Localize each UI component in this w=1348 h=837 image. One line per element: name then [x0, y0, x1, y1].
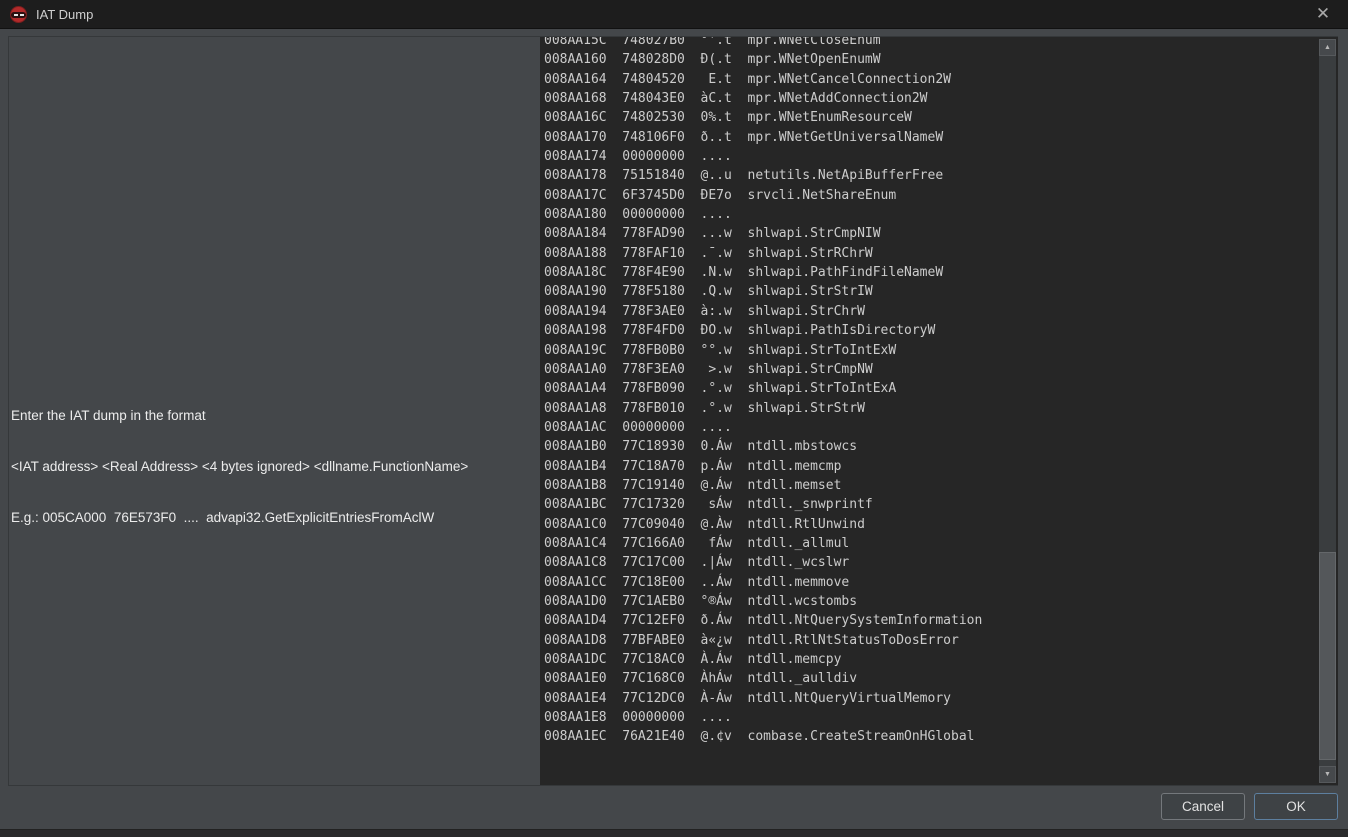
dump-row: 008AA1D0 77C1AEB0 °®Áw ntdll.wcstombs [544, 592, 982, 611]
iat-dump-text: 008AA15C 748027B0 °'.t mpr.WNetCloseEnum… [544, 37, 982, 747]
dump-row: 008AA1C8 77C17C00 .|Áw ntdll._wcslwr [544, 553, 982, 572]
dump-row: 008AA1E4 77C12DC0 À-Áw ntdll.NtQueryVirt… [544, 689, 982, 708]
dump-row: 008AA19C 778FB0B0 °°.w shlwapi.StrToIntE… [544, 341, 982, 360]
dump-row: 008AA1DC 77C18AC0 À.Áw ntdll.memcpy [544, 650, 982, 669]
content-frame: Enter the IAT dump in the format <IAT ad… [8, 36, 1338, 786]
dump-row: 008AA1A4 778FB090 .°.w shlwapi.StrToIntE… [544, 379, 982, 398]
dialog-button-row: Cancel OK [0, 793, 1338, 821]
dump-row: 008AA164 74804520 E.t mpr.WNetCancelConn… [544, 70, 982, 89]
ok-button[interactable]: OK [1254, 793, 1338, 820]
format-instructions: Enter the IAT dump in the format <IAT ad… [11, 373, 539, 560]
dump-row: 008AA1E0 77C168C0 ÀhÁw ntdll._aulldiv [544, 669, 982, 688]
close-icon[interactable]: ✕ [1306, 0, 1340, 28]
instruction-line-3: E.g.: 005CA000 76E573F0 .... advapi32.Ge… [11, 509, 539, 526]
dump-row: 008AA1B4 77C18A70 p.Áw ntdll.memcmp [544, 457, 982, 476]
dump-row: 008AA184 778FAD90 ...w shlwapi.StrCmpNIW [544, 224, 982, 243]
instruction-line-1: Enter the IAT dump in the format [11, 407, 539, 424]
dump-row: 008AA198 778F4FD0 ÐO.w shlwapi.PathIsDir… [544, 321, 982, 340]
dump-row: 008AA1BC 77C17320 sÁw ntdll._snwprintf [544, 495, 982, 514]
scroll-up-icon[interactable]: ▲ [1319, 39, 1336, 56]
dump-row: 008AA188 778FAF10 .¯.w shlwapi.StrRChrW [544, 244, 982, 263]
dump-row: 008AA1A8 778FB010 .°.w shlwapi.StrStrW [544, 399, 982, 418]
dump-row: 008AA1E8 00000000 .... [544, 708, 982, 727]
scrollbar-thumb[interactable] [1319, 552, 1336, 760]
dump-row: 008AA1B0 77C18930 0.Áw ntdll.mbstowcs [544, 437, 982, 456]
dump-row: 008AA1AC 00000000 .... [544, 418, 982, 437]
dump-row: 008AA1CC 77C18E00 ..Áw ntdll.memmove [544, 573, 982, 592]
scroll-down-icon[interactable]: ▼ [1319, 766, 1336, 783]
dump-row: 008AA178 75151840 @..u netutils.NetApiBu… [544, 166, 982, 185]
dump-row: 008AA1C4 77C166A0 fÁw ntdll._allmul [544, 534, 982, 553]
dump-row: 008AA1C0 77C09040 @.Àw ntdll.RtlUnwind [544, 515, 982, 534]
dump-row: 008AA1D8 77BFABE0 à«¿w ntdll.RtlNtStatus… [544, 631, 982, 650]
vertical-scrollbar[interactable]: ▲ ▼ [1319, 39, 1336, 783]
dump-row: 008AA18C 778F4E90 .N.w shlwapi.PathFindF… [544, 263, 982, 282]
dump-row: 008AA160 748028D0 Ð(.t mpr.WNetOpenEnumW [544, 50, 982, 69]
dump-row: 008AA1B8 77C19140 @.Áw ntdll.memset [544, 476, 982, 495]
dump-row: 008AA174 00000000 .... [544, 147, 982, 166]
dump-row: 008AA168 748043E0 àC.t mpr.WNetAddConnec… [544, 89, 982, 108]
instruction-line-2: <IAT address> <Real Address> <4 bytes ig… [11, 458, 539, 475]
dump-row: 008AA194 778F3AE0 à:.w shlwapi.StrChrW [544, 302, 982, 321]
dump-row: 008AA190 778F5180 .Q.w shlwapi.StrStrIW [544, 282, 982, 301]
title-bar: IAT Dump ✕ [0, 0, 1348, 29]
dump-row: 008AA1A0 778F3EA0 >.w shlwapi.StrCmpNW [544, 360, 982, 379]
iat-dump-textarea[interactable]: 008AA15C 748027B0 °'.t mpr.WNetCloseEnum… [540, 37, 1338, 785]
dump-row: 008AA180 00000000 .... [544, 205, 982, 224]
dump-row: 008AA16C 74802530 0%.t mpr.WNetEnumResou… [544, 108, 982, 127]
cancel-button[interactable]: Cancel [1161, 793, 1245, 820]
dump-row: 008AA15C 748027B0 °'.t mpr.WNetCloseEnum [544, 37, 982, 50]
app-debugger-icon [10, 6, 27, 23]
dump-row: 008AA1D4 77C12EF0 ð.Áw ntdll.NtQuerySyst… [544, 611, 982, 630]
dump-row: 008AA1EC 76A21E40 @.¢v combase.CreateStr… [544, 727, 982, 746]
dump-row: 008AA170 748106F0 ð..t mpr.WNetGetUniver… [544, 128, 982, 147]
window-bottom-edge [0, 829, 1348, 837]
window-title: IAT Dump [36, 7, 93, 22]
dump-row: 008AA17C 6F3745D0 ÐE7o srvcli.NetShareEn… [544, 186, 982, 205]
